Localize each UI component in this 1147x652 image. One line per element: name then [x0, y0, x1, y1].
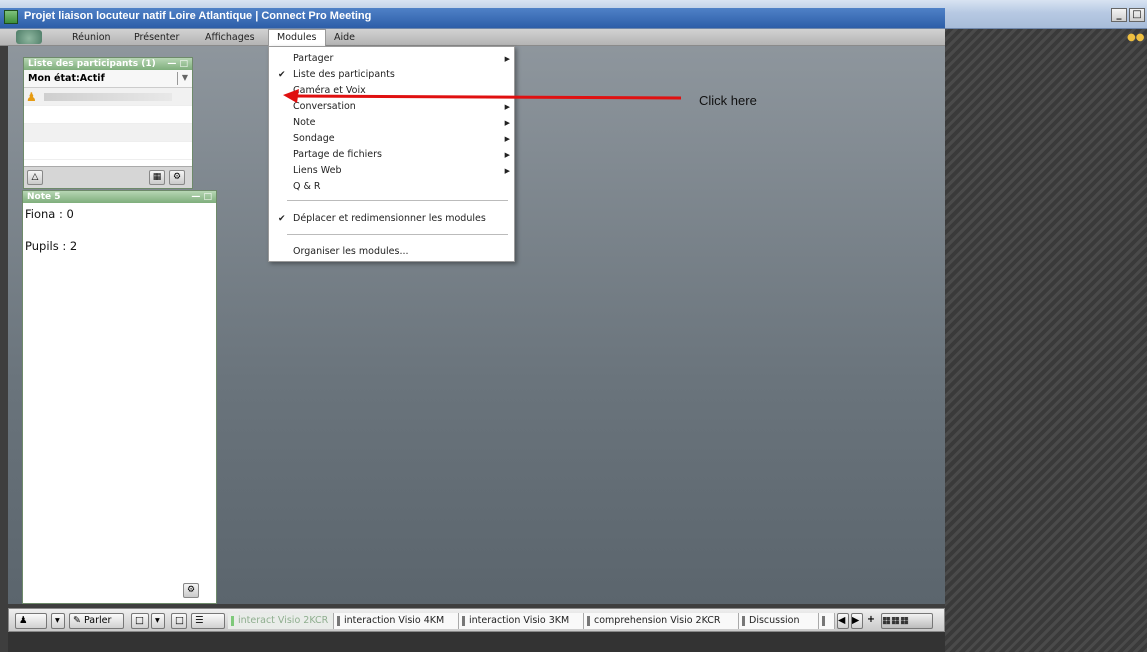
- submenu-arrow-icon: ▶: [504, 135, 510, 143]
- menu-item-liens-web[interactable]: Liens Web ▶: [269, 163, 514, 179]
- note-blank-line: [25, 222, 214, 238]
- layout-tab[interactable]: [819, 613, 835, 629]
- pod-controls-icon[interactable]: — □: [167, 58, 188, 70]
- menu-item-deplacer-redimensionner[interactable]: ✔ Déplacer et redimensionner les modules: [269, 211, 514, 227]
- menu-item-label: Organiser les modules...: [293, 246, 409, 257]
- connect-logo-icon[interactable]: [16, 30, 42, 44]
- menu-reunion[interactable]: Réunion: [64, 30, 119, 45]
- layout-tab[interactable]: interaction Visio 3KM: [459, 613, 584, 629]
- submenu-arrow-icon: ▶: [504, 167, 510, 175]
- menu-item-label: Q & R: [293, 181, 321, 192]
- menu-presenter[interactable]: Présenter: [126, 30, 187, 45]
- menu-item-label: Liens Web: [293, 165, 342, 176]
- app-icon: [4, 10, 18, 24]
- menu-divider: [287, 200, 508, 201]
- gear-icon[interactable]: ⚙: [169, 170, 185, 185]
- list-item: [24, 124, 192, 142]
- layout-tab[interactable]: interaction Visio 4KM: [334, 613, 459, 629]
- user-status-icon[interactable]: ♟: [15, 613, 47, 629]
- chevron-down-icon[interactable]: ▾: [51, 613, 65, 629]
- menu-item-label: Liste des participants: [293, 69, 395, 80]
- talk-button[interactable]: ✎ Parler: [69, 613, 124, 629]
- window-title: Projet liaison locuteur natif Loire Atla…: [24, 10, 372, 22]
- attendees-icon[interactable]: ●●: [1127, 32, 1144, 43]
- menu-bar: Réunion Présenter Affichages Modules Aid…: [0, 29, 945, 46]
- chevron-down-icon[interactable]: ▾: [151, 613, 165, 629]
- menu-modules[interactable]: Modules: [268, 29, 326, 46]
- maximize-button[interactable]: □: [1129, 8, 1145, 22]
- raise-hand-icon[interactable]: △: [27, 170, 43, 185]
- layout-tab[interactable]: comprehension Visio 2KCR: [584, 613, 739, 629]
- checkmark-icon: ✔: [278, 214, 286, 224]
- menu-item-label: Partage de fichiers: [293, 149, 382, 160]
- menu-item-sondage[interactable]: Sondage ▶: [269, 131, 514, 147]
- checkmark-icon: ✔: [278, 70, 286, 80]
- attendees-pod-title: Liste des participants (1): [28, 59, 156, 69]
- host-user-icon: ♟: [26, 90, 37, 104]
- scroll-right-icon[interactable]: ▶: [851, 613, 863, 629]
- my-status-label: Mon état:Actif: [28, 73, 105, 84]
- menu-item-label: Déplacer et redimensionner les modules: [293, 213, 486, 224]
- menu-item-note[interactable]: Note ▶: [269, 115, 514, 131]
- list-item: [24, 106, 192, 124]
- submenu-arrow-icon: ▶: [504, 55, 510, 63]
- menu-item-partage-fichiers[interactable]: Partage de fichiers ▶: [269, 147, 514, 163]
- add-layout-icon[interactable]: +: [867, 613, 881, 629]
- bottom-toolbar: ♟ ▾ ✎ Parler □ ▾ □ ☰ interact Visio 2KCR…: [8, 608, 945, 632]
- talk-label: Parler: [84, 615, 112, 626]
- notes-pod-header[interactable]: Note 5 — □: [23, 191, 216, 203]
- view-toggle-icon[interactable]: ▦: [149, 170, 165, 185]
- note-line: Fiona : 0: [25, 207, 74, 221]
- settings-icon[interactable]: ☰: [191, 613, 225, 629]
- menu-item-q-r[interactable]: Q & R: [269, 179, 514, 195]
- note-line: Pupils : 2: [25, 239, 78, 253]
- my-status-dropdown[interactable]: Mon état:Actif ▼: [24, 70, 192, 88]
- notes-pod-title: Note 5: [27, 192, 61, 202]
- list-item: [24, 142, 192, 160]
- status-separator: [177, 72, 178, 85]
- attendees-pod-footer: △ ▦ ⚙: [24, 166, 192, 188]
- chevron-down-icon[interactable]: ▼: [182, 73, 188, 82]
- minimize-button[interactable]: _: [1111, 8, 1127, 22]
- attendees-pod-header[interactable]: Liste des participants (1) — □: [24, 58, 192, 70]
- menu-item-partager[interactable]: Partager ▶: [269, 51, 514, 67]
- attendee-row[interactable]: ♟: [24, 88, 192, 106]
- menu-item-label: Sondage: [293, 133, 335, 144]
- layout-tab[interactable]: Discussion: [739, 613, 819, 629]
- submenu-arrow-icon: ▶: [504, 119, 510, 127]
- menu-item-organiser[interactable]: Organiser les modules...: [269, 244, 514, 260]
- submenu-arrow-icon: ▶: [504, 151, 510, 159]
- scroll-left-icon[interactable]: ◀: [837, 613, 849, 629]
- menu-affichages[interactable]: Affichages: [197, 30, 263, 45]
- right-panel-background: ●●: [945, 29, 1147, 652]
- attendees-pod: Liste des participants (1) — □ Mon état:…: [23, 57, 193, 189]
- attendee-list: ♟: [24, 88, 192, 160]
- annotation-text: Click here: [699, 93, 757, 108]
- menu-aide[interactable]: Aide: [326, 30, 363, 45]
- camera-icon[interactable]: □: [171, 613, 187, 629]
- notes-pod: Note 5 — □ Fiona : 0 Pupils : 2 ⚙: [22, 190, 217, 604]
- layout-tab[interactable]: interact Visio 2KCR: [228, 613, 334, 629]
- note-content[interactable]: Fiona : 0 Pupils : 2: [23, 203, 216, 257]
- menu-item-liste-participants[interactable]: ✔ Liste des participants: [269, 67, 514, 83]
- microphone-icon: ✎: [73, 615, 81, 626]
- modules-menu: Partager ▶ ✔ Liste des participants Camé…: [268, 46, 515, 262]
- menu-item-label: Partager: [293, 53, 334, 64]
- title-bar: Projet liaison locuteur natif Loire Atla…: [0, 0, 1147, 29]
- window-controls: _ □: [1111, 8, 1145, 22]
- layout-options-icon[interactable]: ▦▦▦: [881, 613, 933, 629]
- gear-icon[interactable]: ⚙: [183, 583, 199, 598]
- menu-item-label: Note: [293, 117, 316, 128]
- annotation-arrow-icon: [283, 89, 682, 103]
- speaker-icon[interactable]: □: [131, 613, 149, 629]
- attendee-name-redacted: [44, 93, 172, 101]
- pod-controls-icon[interactable]: — □: [191, 191, 212, 203]
- status-strip: [8, 632, 945, 652]
- menu-divider: [287, 234, 508, 235]
